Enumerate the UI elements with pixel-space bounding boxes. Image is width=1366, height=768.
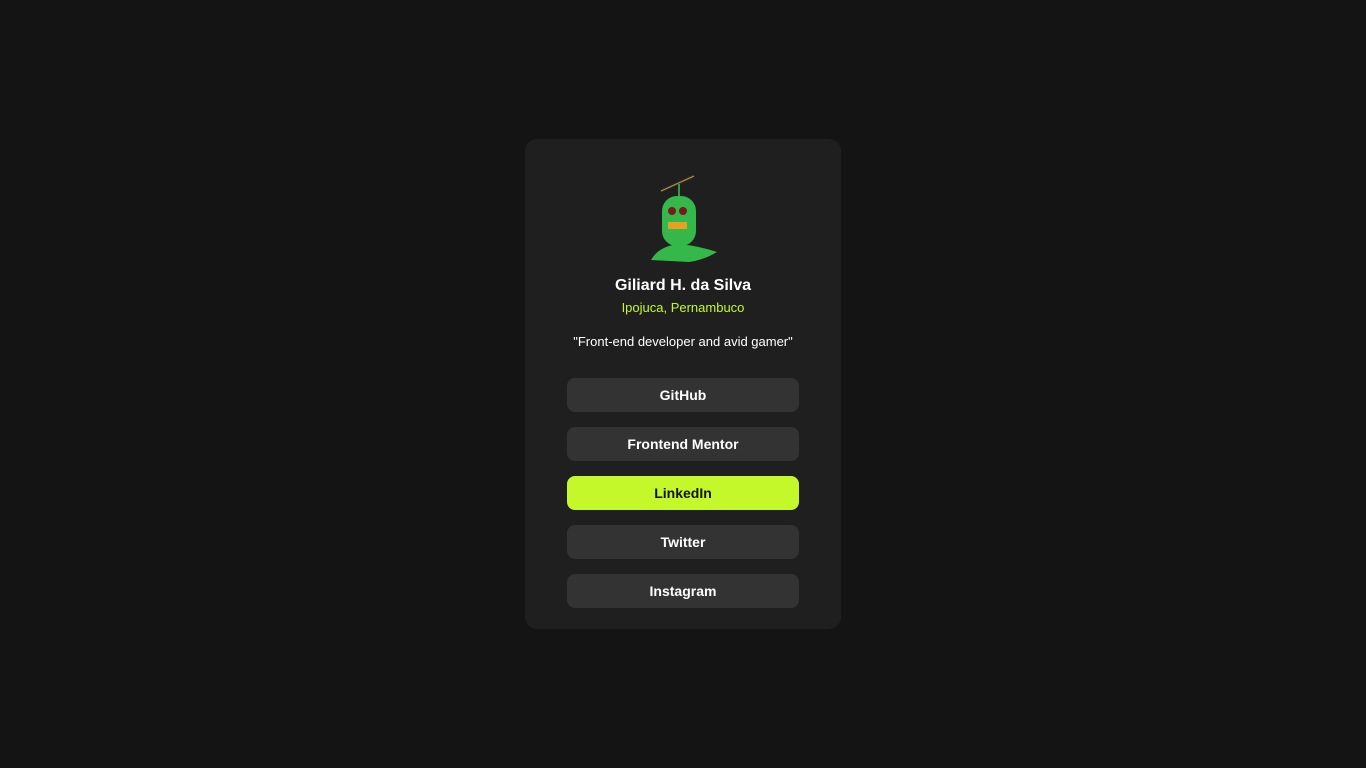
- frontend-mentor-link[interactable]: Frontend Mentor: [567, 427, 799, 461]
- profile-name: Giliard H. da Silva: [614, 277, 752, 294]
- twitter-link[interactable]: Twitter: [567, 525, 799, 559]
- robot-avatar: [651, 174, 717, 262]
- profile-location: Ipojuca, Pernambuco: [621, 300, 745, 315]
- profile-bio: "Front-end developer and avid gamer": [573, 334, 793, 349]
- instagram-link[interactable]: Instagram: [567, 574, 799, 608]
- profile-card: Giliard H. da Silva Ipojuca, Pernambuco …: [525, 139, 841, 629]
- github-link[interactable]: GitHub: [567, 378, 799, 412]
- linkedin-link[interactable]: LinkedIn: [567, 476, 799, 510]
- social-links: GitHub Frontend Mentor LinkedIn Twitter …: [567, 378, 799, 623]
